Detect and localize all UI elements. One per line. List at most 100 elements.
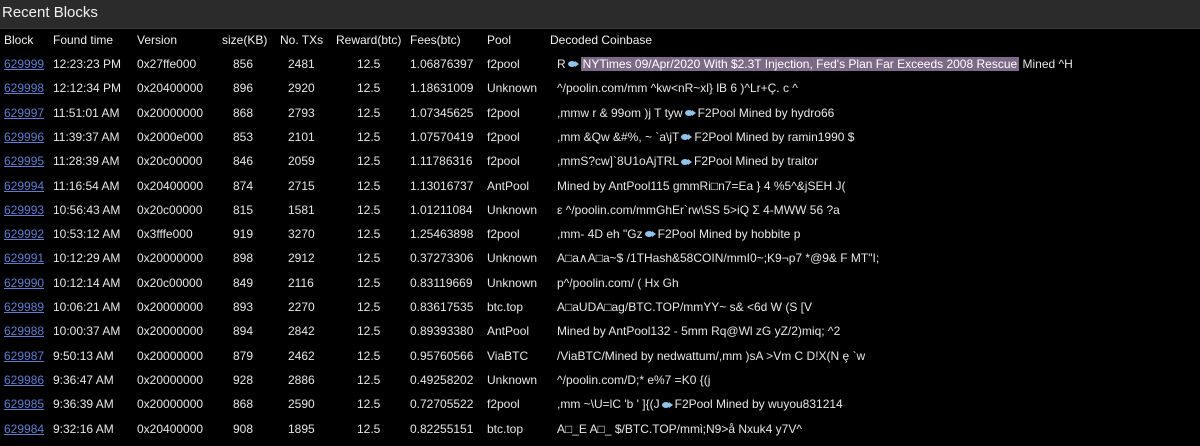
- block-version: 0x20000000: [137, 251, 204, 266]
- coinbase-highlighted-text: NYTimes 09/Apr/2020 With $2.3T Injection…: [580, 57, 1020, 71]
- column-header-fees: Fees(btc): [410, 33, 461, 47]
- block-fees: 0.89393380: [410, 324, 474, 339]
- tx-count: 2912: [288, 251, 315, 266]
- block-height-link[interactable]: 629994: [4, 179, 44, 193]
- block-height-link[interactable]: 629985: [4, 397, 44, 411]
- block-size: 919: [233, 227, 254, 242]
- block-reward: 12.5: [357, 397, 381, 412]
- block-fees: 1.06876397: [410, 57, 474, 71]
- block-reward: 12.5: [357, 202, 381, 217]
- block-height-link[interactable]: 629987: [4, 349, 44, 363]
- block-reward: 12.5: [357, 57, 381, 71]
- coinbase-text: ,mmS?cw]`8U1oAjTRL: [557, 154, 680, 169]
- block-height-link[interactable]: 629996: [4, 130, 44, 144]
- fish-icon: [644, 231, 656, 238]
- block-fees: 1.13016737: [410, 178, 474, 193]
- found-time: 11:51:01 AM: [53, 105, 120, 120]
- block-size: 879: [233, 348, 254, 363]
- decoded-coinbase: ^/poolin.com/D;* e%7 =K0 {(j: [557, 373, 710, 387]
- pool-name: btc.top: [487, 300, 524, 314]
- tx-count: 2116: [288, 275, 314, 290]
- decoded-coinbase: Mined by AntPool132 - 5mm Rq@Wl zG yZ/2)…: [557, 324, 840, 338]
- block-height-link[interactable]: 629999: [4, 57, 44, 71]
- block-reward: 12.5: [357, 105, 381, 120]
- block-fees: 0.83119669: [410, 275, 473, 290]
- coinbase-text-suffix: F2Pool Mined by hydro66: [697, 105, 835, 120]
- tx-count: 2793: [288, 105, 315, 120]
- block-height-link[interactable]: 629992: [4, 227, 44, 241]
- coinbase-text-suffix: Mined ^H: [1019, 57, 1073, 71]
- coinbase-text: ^/poolin.com/mm ^kw<nR~xl} lB 6 )^Lr+Ç. …: [557, 81, 798, 96]
- block-height-link[interactable]: 629991: [4, 251, 44, 265]
- coinbase-text: ^/poolin.com/D;* e%7 =K0 {(j: [557, 372, 711, 387]
- block-version: 0x2000e000: [137, 129, 204, 144]
- block-version: 0x20000000: [137, 372, 204, 387]
- block-height-link[interactable]: 629988: [4, 324, 44, 338]
- column-header-coinbase: Decoded Coinbase: [550, 33, 653, 47]
- decoded-coinbase: A□_E A□_ $/BTC.TOP/mmὶ;N9>å Nxuk4 y7V^: [557, 422, 802, 436]
- table-row: 629997 11:51:01 AM 0x20000000 868 2793 12.5 1.…: [0, 106, 1200, 130]
- coinbase-text-suffix: F2Pool Mined by wuyou831214: [674, 397, 843, 412]
- block-fees: 0.72705522: [410, 397, 474, 412]
- block-height-link[interactable]: 629990: [4, 276, 44, 290]
- found-time: 11:16:54 AM: [53, 178, 120, 193]
- column-header-reward: Reward(btc): [336, 33, 402, 47]
- block-height-link[interactable]: 629993: [4, 203, 44, 217]
- block-height-link[interactable]: 629995: [4, 154, 44, 168]
- coinbase-text: R: [557, 57, 566, 71]
- block-height-link[interactable]: 629998: [4, 81, 44, 95]
- table-row: 629999 12:23:23 PM 0x27ffe000 856 2481 12.5 1.…: [0, 57, 1200, 81]
- found-time: 9:32:16 AM: [53, 421, 114, 436]
- tx-count: 2715: [288, 178, 315, 193]
- block-height-link[interactable]: 629997: [4, 106, 44, 120]
- block-reward: 12.5: [357, 348, 381, 363]
- block-version: 0x20400000: [137, 421, 204, 436]
- block-height-link[interactable]: 629986: [4, 373, 44, 387]
- coinbase-text: ,mm- 4D eh "Gz: [557, 227, 643, 242]
- decoded-coinbase: p^/poolin.com/ ( Hx Gh: [557, 276, 679, 290]
- found-time: 10:00:37 AM: [53, 324, 121, 339]
- column-header-txs: No. TXs: [280, 33, 324, 47]
- coinbase-text-suffix: F2Pool Mined by hobbite p: [657, 227, 801, 242]
- block-version: 0x20000000: [137, 300, 204, 314]
- tx-count: 1895: [288, 421, 315, 436]
- block-size: 898: [233, 251, 254, 266]
- block-version: 0x20400000: [137, 178, 204, 193]
- page-title: Recent Blocks: [2, 4, 98, 21]
- table-row: 629996 11:39:37 AM 0x2000e000 853 2101 12.5 1.…: [0, 130, 1200, 154]
- coinbase-text: A□_E A□_ $/BTC.TOP/mmὶ;N9>å Nxuk4 y7V^: [557, 421, 802, 436]
- pool-name: Unknown: [487, 251, 538, 266]
- block-reward: 12.5: [357, 421, 381, 436]
- table-row: 629989 10:06:21 AM 0x20000000 893 2270 12.5 0.…: [0, 300, 1200, 324]
- block-version: 0x27ffe000: [137, 57, 197, 71]
- pool-name: f2pool: [487, 154, 520, 169]
- coinbase-text: ,mm &Qw &#%, ~ `a\jT: [557, 129, 680, 144]
- block-reward: 12.5: [357, 324, 381, 339]
- block-reward: 12.5: [357, 154, 381, 169]
- coinbase-text: Mined by AntPool115 gmmRi□n7=Ea } 4 %5^&…: [557, 178, 846, 193]
- block-size: 849: [233, 275, 254, 290]
- table-row: 629994 11:16:54 AM 0x20400000 874 2715 12.5 1.…: [0, 179, 1200, 203]
- pool-name: f2pool: [487, 227, 520, 242]
- decoded-coinbase: A□aUDA□ag/BTC.TOP/mmYY~ s& <6d W (S [V: [557, 300, 812, 314]
- block-version: 0x20000000: [137, 324, 204, 339]
- block-version: 0x20c00000: [137, 202, 203, 217]
- pool-name: Unknown: [487, 372, 538, 387]
- block-height-link[interactable]: 629989: [4, 300, 44, 314]
- tx-count: 2920: [288, 81, 315, 96]
- found-time: 12:23:23 PM: [53, 57, 122, 71]
- pool-name: f2pool: [487, 129, 520, 144]
- coinbase-text: /ViaBTC/Mined by nedwattum/,mm )sA >Vm C…: [557, 348, 866, 363]
- column-header-size: size(KB): [222, 33, 268, 47]
- block-version: 0x20400000: [137, 81, 204, 96]
- block-size: 853: [233, 129, 254, 144]
- block-size: 928: [233, 372, 254, 387]
- decoded-coinbase: ,mmw r & 99om )j T tyw F2Pool Mined by hy…: [557, 106, 834, 120]
- found-time: 11:39:37 AM: [53, 129, 120, 144]
- tx-count: 3270: [288, 227, 315, 242]
- block-reward: 12.5: [357, 251, 381, 266]
- block-height-link[interactable]: 629984: [4, 422, 44, 436]
- decoded-coinbase: ε ^/poolin.com/mmGhEr`rw\SS 5>iQ Σ 4-MWW…: [557, 203, 840, 217]
- block-size: 868: [233, 397, 254, 412]
- pool-name: Unknown: [487, 81, 538, 96]
